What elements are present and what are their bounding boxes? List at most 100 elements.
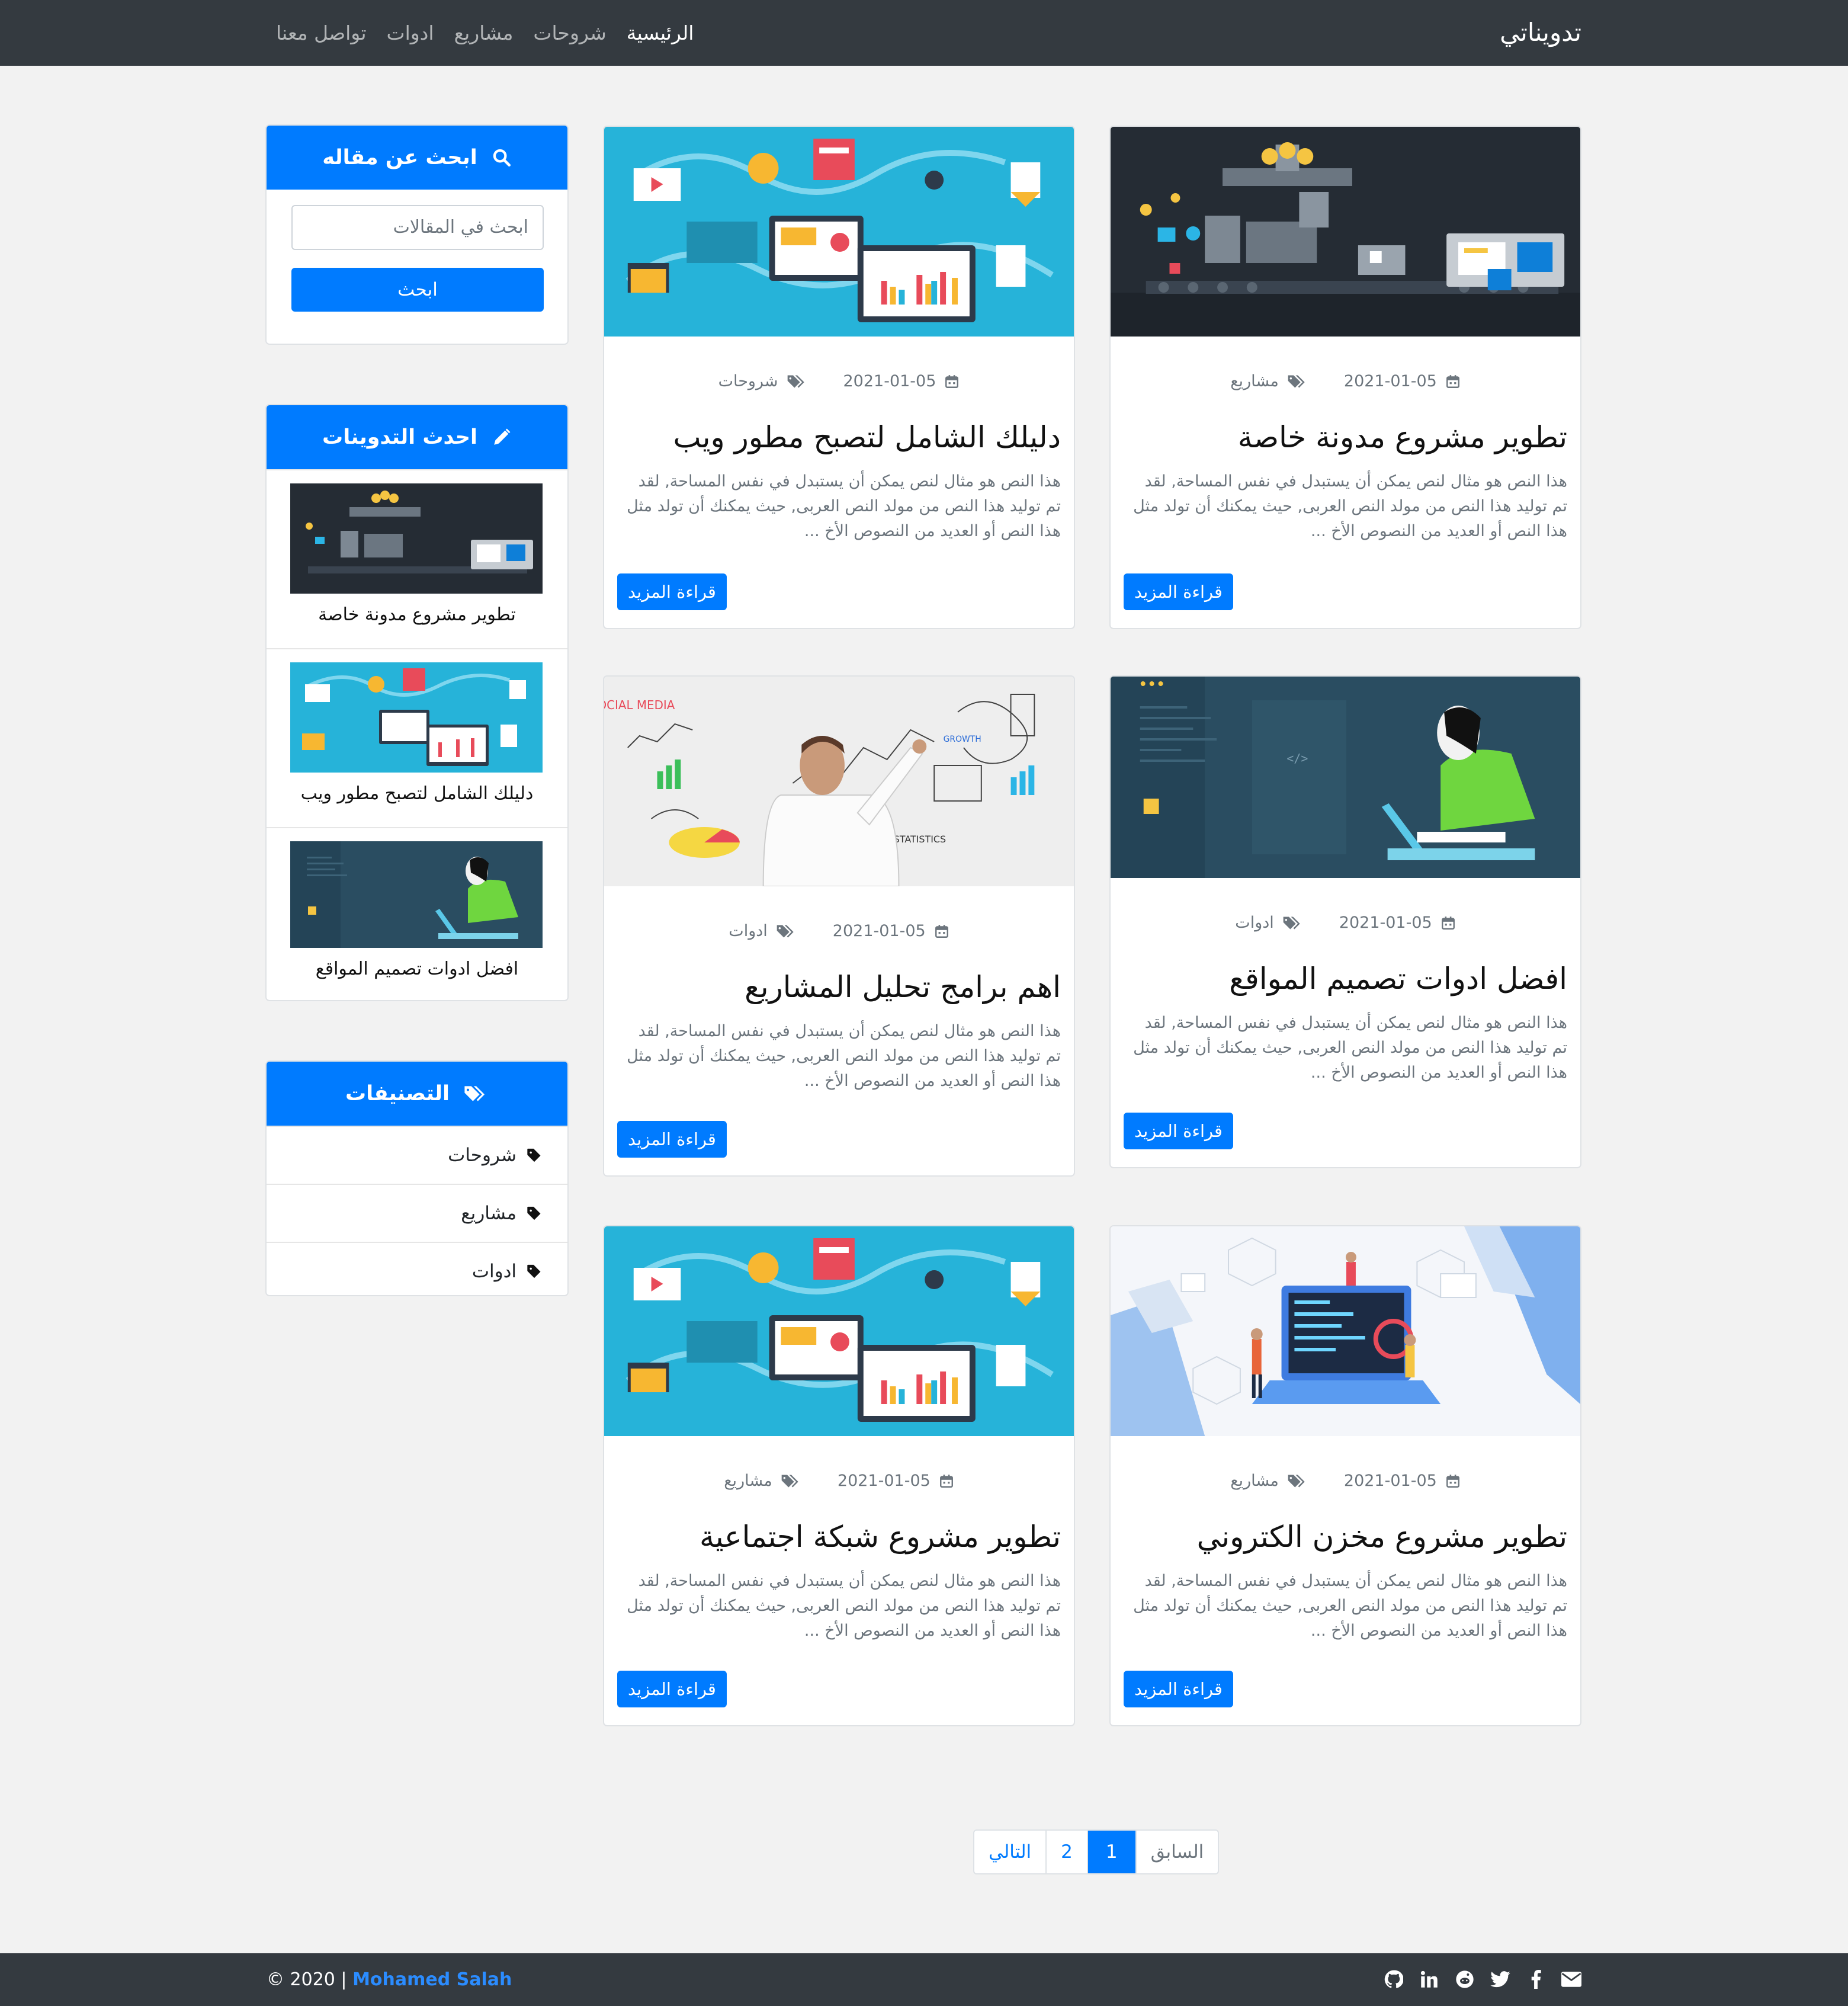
post-excerpt: هذا النص هو مثال لنص يمكن أن يستبدل في ن… [1111,1569,1580,1643]
excerpt-line: هذا النص هو مثال لنص يمكن أن يستبدل في ن… [638,472,1061,491]
pagination-next[interactable]: التالي [974,1831,1045,1873]
pagination-prev[interactable]: السابق [1135,1831,1218,1873]
post-title[interactable]: تطوير مشروع مخزن الكتروني [1111,1518,1580,1556]
post-card: </> 2021-01-05 ادوات افضل ادوات تصميم ال… [1109,675,1581,1168]
latest-posts-title: احدث التدوينات [322,425,477,449]
post-excerpt: هذا النص هو مثال لنص يمكن أن يستبدل في ن… [604,1569,1074,1643]
post-image[interactable]: SOCIAL MEDIA STATISTICS GROWTH [604,677,1074,886]
category-label[interactable]: مشاريع [461,1203,516,1224]
pagination-page-1[interactable]: 1 [1086,1831,1135,1873]
read-more-button[interactable]: قراءة المزيد [1124,1113,1233,1149]
post-card: 2021-01-05 شروحات دليلك الشامل لتصبح مطو… [603,126,1075,629]
latest-post-item[interactable]: افضل ادوات تصميم المواقع [267,827,567,1000]
latest-post-title[interactable]: تطوير مشروع مدونة خاصة [291,604,543,625]
read-more-button[interactable]: قراءة المزيد [617,573,727,610]
latest-post-title[interactable]: افضل ادوات تصميم المواقع [291,959,543,979]
svg-text:SOCIAL MEDIA: SOCIAL MEDIA [604,698,675,712]
excerpt-line: هذا النص هو مثال لنص يمكن أن يستبدل في ن… [1144,472,1567,491]
pagination-page-2[interactable]: 2 [1045,1831,1087,1873]
excerpt-line: هذا النص هو مثال لنص يمكن أن يستبدل في ن… [1144,1572,1567,1590]
nav-link-projects[interactable]: مشاريع [454,18,514,49]
search-input[interactable]: ابحث في المقالات [291,205,544,250]
tags-icon [1282,915,1304,931]
nav-link-home[interactable]: الرئيسية [627,18,694,49]
excerpt-line: هذا النص أو العديد من النصوص الأخ ... [804,1622,1061,1640]
post-category[interactable]: ادوات [1235,911,1303,935]
post-meta: 2021-01-05 مشاريع [1111,370,1580,393]
category-label[interactable]: شروحات [448,1145,516,1166]
post-title[interactable]: اهم برامج تحليل المشاريع [604,968,1074,1006]
latest-post-thumbnail[interactable] [290,483,543,594]
excerpt-line: تم توليد هذا النص من مولد النص العربى, ح… [627,497,1061,515]
read-more-button[interactable]: قراءة المزيد [617,1671,727,1707]
latest-post-item[interactable]: تطوير مشروع مدونة خاصة [267,469,567,648]
excerpt-line: تم توليد هذا النص من مولد النص العربى, ح… [627,1597,1061,1615]
category-item[interactable]: شروحات [267,1126,567,1184]
post-category-text[interactable]: مشاريع [724,1469,772,1493]
search-widget-title: ابحث عن مقاله [322,146,477,169]
post-card: SOCIAL MEDIA STATISTICS GROWTH 2021-01-0… [603,675,1075,1177]
categories-header: التصنيفات [267,1062,567,1126]
post-image[interactable] [604,127,1074,337]
post-title[interactable]: تطوير مشروع مدونة خاصة [1111,418,1580,456]
post-category-text[interactable]: ادوات [729,919,767,943]
category-label[interactable]: ادوات [472,1261,516,1282]
category-item[interactable]: مشاريع [267,1184,567,1242]
nav-link-tools[interactable]: ادوات [387,18,434,49]
post-title[interactable]: افضل ادوات تصميم المواقع [1111,960,1580,998]
post-category[interactable]: شروحات [718,370,808,393]
post-image[interactable] [1111,1226,1580,1436]
post-date: 2021-01-05 [1344,370,1461,393]
search-button[interactable]: ابحث [291,268,544,312]
tags-icon [781,1473,802,1489]
post-category[interactable]: مشاريع [1230,1469,1308,1493]
calendar-icon [1440,915,1456,931]
post-category[interactable]: مشاريع [724,1469,802,1493]
excerpt-line: هذا النص أو العديد من النصوص الأخ ... [1310,522,1567,540]
svg-text:GROWTH: GROWTH [944,735,981,744]
post-category-text[interactable]: شروحات [718,370,778,393]
post-category-text[interactable]: ادوات [1235,911,1273,935]
post-category-text[interactable]: مشاريع [1230,370,1279,393]
pencil-icon [494,428,511,445]
facebook-icon[interactable] [1526,1969,1546,1990]
post-category[interactable]: مشاريع [1230,370,1308,393]
post-category[interactable]: ادوات [729,919,797,943]
post-date-text: 2021-01-05 [1343,372,1437,390]
read-more-button[interactable]: قراءة المزيد [617,1121,727,1158]
latest-post-thumbnail[interactable] [290,662,543,773]
categories-title: التصنيفات [345,1082,450,1105]
read-more-button[interactable]: قراءة المزيد [1124,573,1233,610]
post-date-text: 2021-01-05 [843,372,936,390]
reddit-icon[interactable] [1455,1969,1475,1990]
nav-link-contact[interactable]: تواصل معنا [276,18,367,49]
nav-link-tutorials[interactable]: شروحات [533,18,606,49]
latest-post-item[interactable]: دليلك الشامل لتصبح مطور ويب [267,648,567,827]
post-category-text[interactable]: مشاريع [1230,1469,1279,1493]
tags-icon [1287,373,1308,390]
search-widget: ابحث عن مقاله ابحث في المقالات ابحث [265,124,569,345]
post-image[interactable] [604,1226,1074,1436]
envelope-icon[interactable] [1561,1969,1581,1990]
tags-icon [776,923,797,940]
author-link[interactable]: Mohamed Salah [352,1969,512,1990]
calendar-icon [934,924,949,939]
search-icon [493,149,511,167]
excerpt-line: تم توليد هذا النص من مولد النص العربى, ح… [1133,1039,1567,1057]
latest-posts-header: احدث التدوينات [267,405,567,469]
latest-post-title[interactable]: دليلك الشامل لتصبح مطور ويب [291,783,543,804]
linkedin-icon[interactable] [1419,1969,1439,1990]
footer: © 2020 | Mohamed Salah [0,1953,1848,2006]
post-image[interactable]: </> [1111,677,1580,878]
post-title[interactable]: دليلك الشامل لتصبح مطور ويب [604,418,1074,456]
post-title[interactable]: تطوير مشروع شبكة اجتماعية [604,1518,1074,1556]
brand-logo[interactable]: تدويناتي [1500,15,1581,50]
category-item[interactable]: ادوات [267,1242,567,1295]
twitter-icon[interactable] [1490,1969,1510,1990]
github-icon[interactable] [1384,1969,1404,1990]
read-more-button[interactable]: قراءة المزيد [1124,1671,1233,1707]
post-date: 2021-01-05 [843,370,960,393]
latest-post-thumbnail[interactable] [290,841,543,948]
svg-text:STATISTICS: STATISTICS [894,834,946,845]
post-image[interactable] [1111,127,1580,337]
